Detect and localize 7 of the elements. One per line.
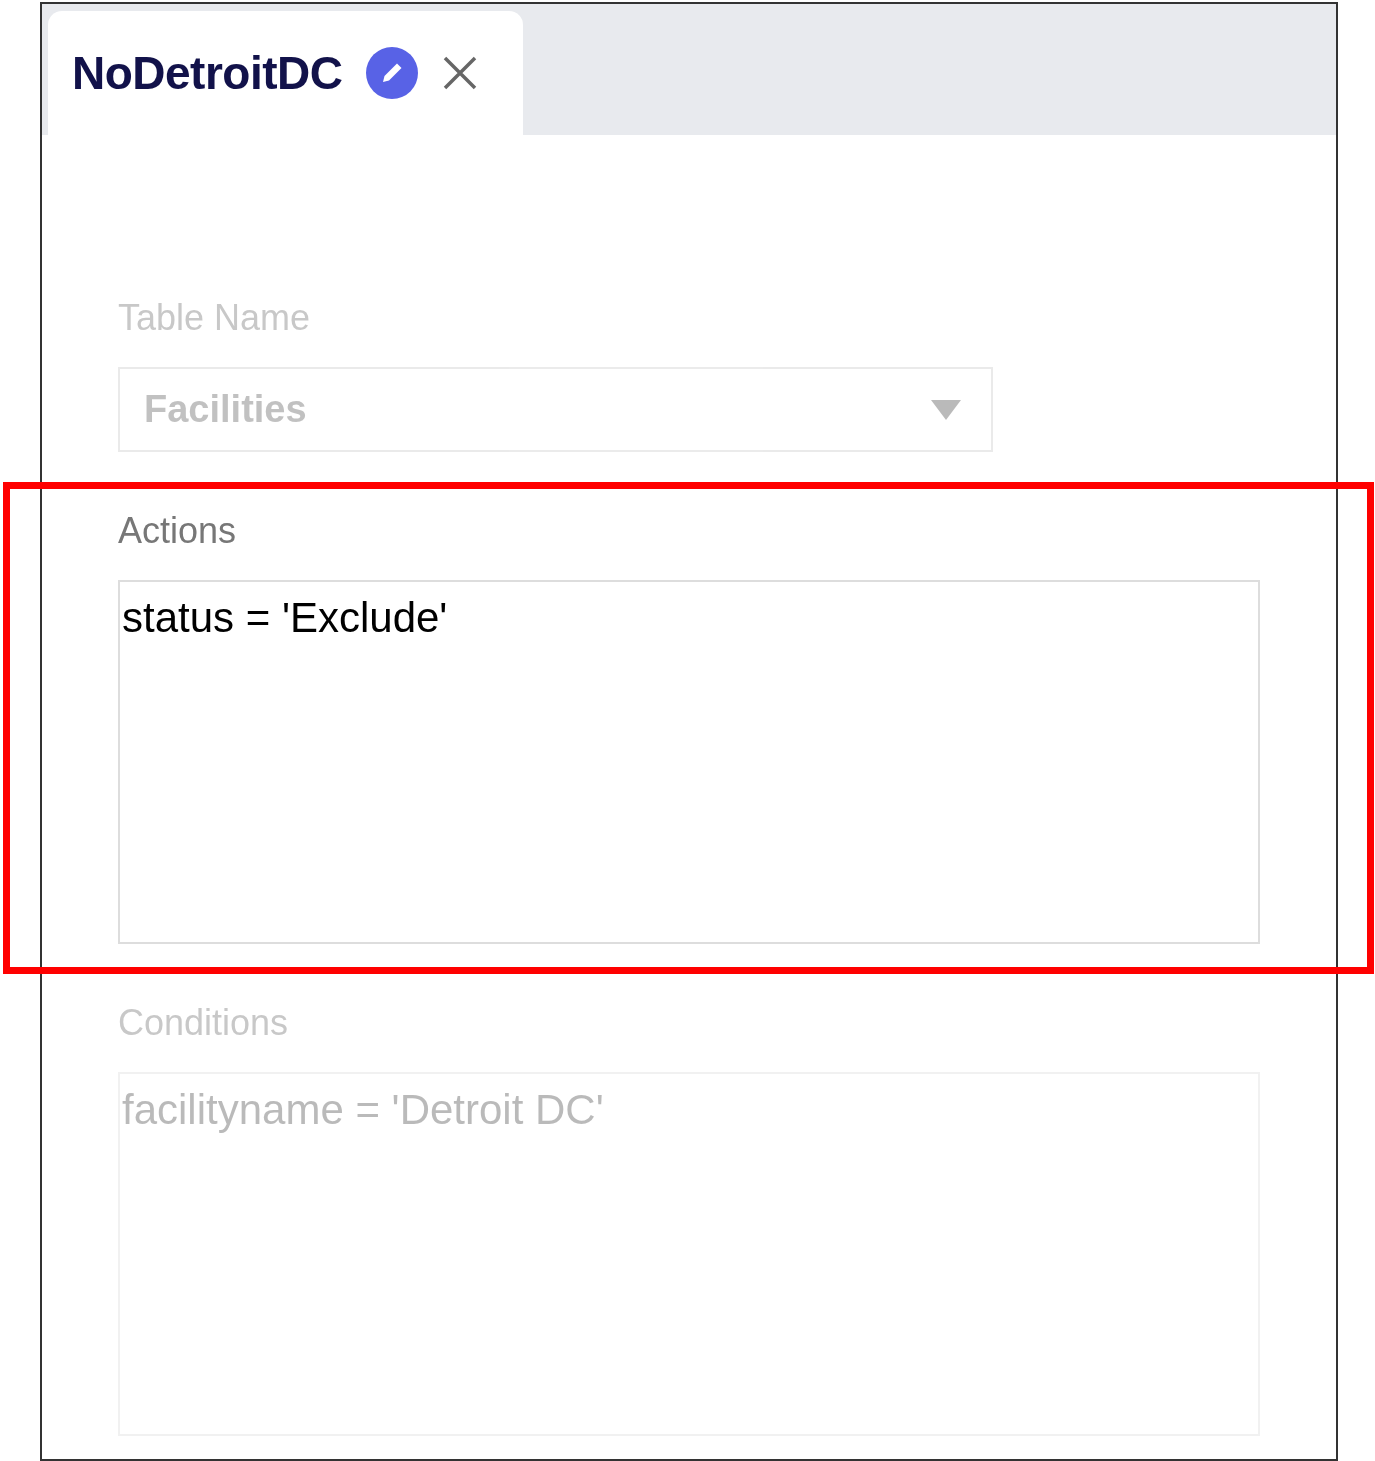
edit-icon[interactable] <box>366 47 419 99</box>
tab-title: NoDetroitDC <box>72 46 343 100</box>
tab[interactable]: NoDetroitDC <box>48 11 523 135</box>
field-label: Actions <box>118 510 238 552</box>
close-icon[interactable] <box>442 55 479 91</box>
text-area[interactable]: status = 'Exclude' <box>118 580 1260 944</box>
caret-icon <box>931 399 961 420</box>
